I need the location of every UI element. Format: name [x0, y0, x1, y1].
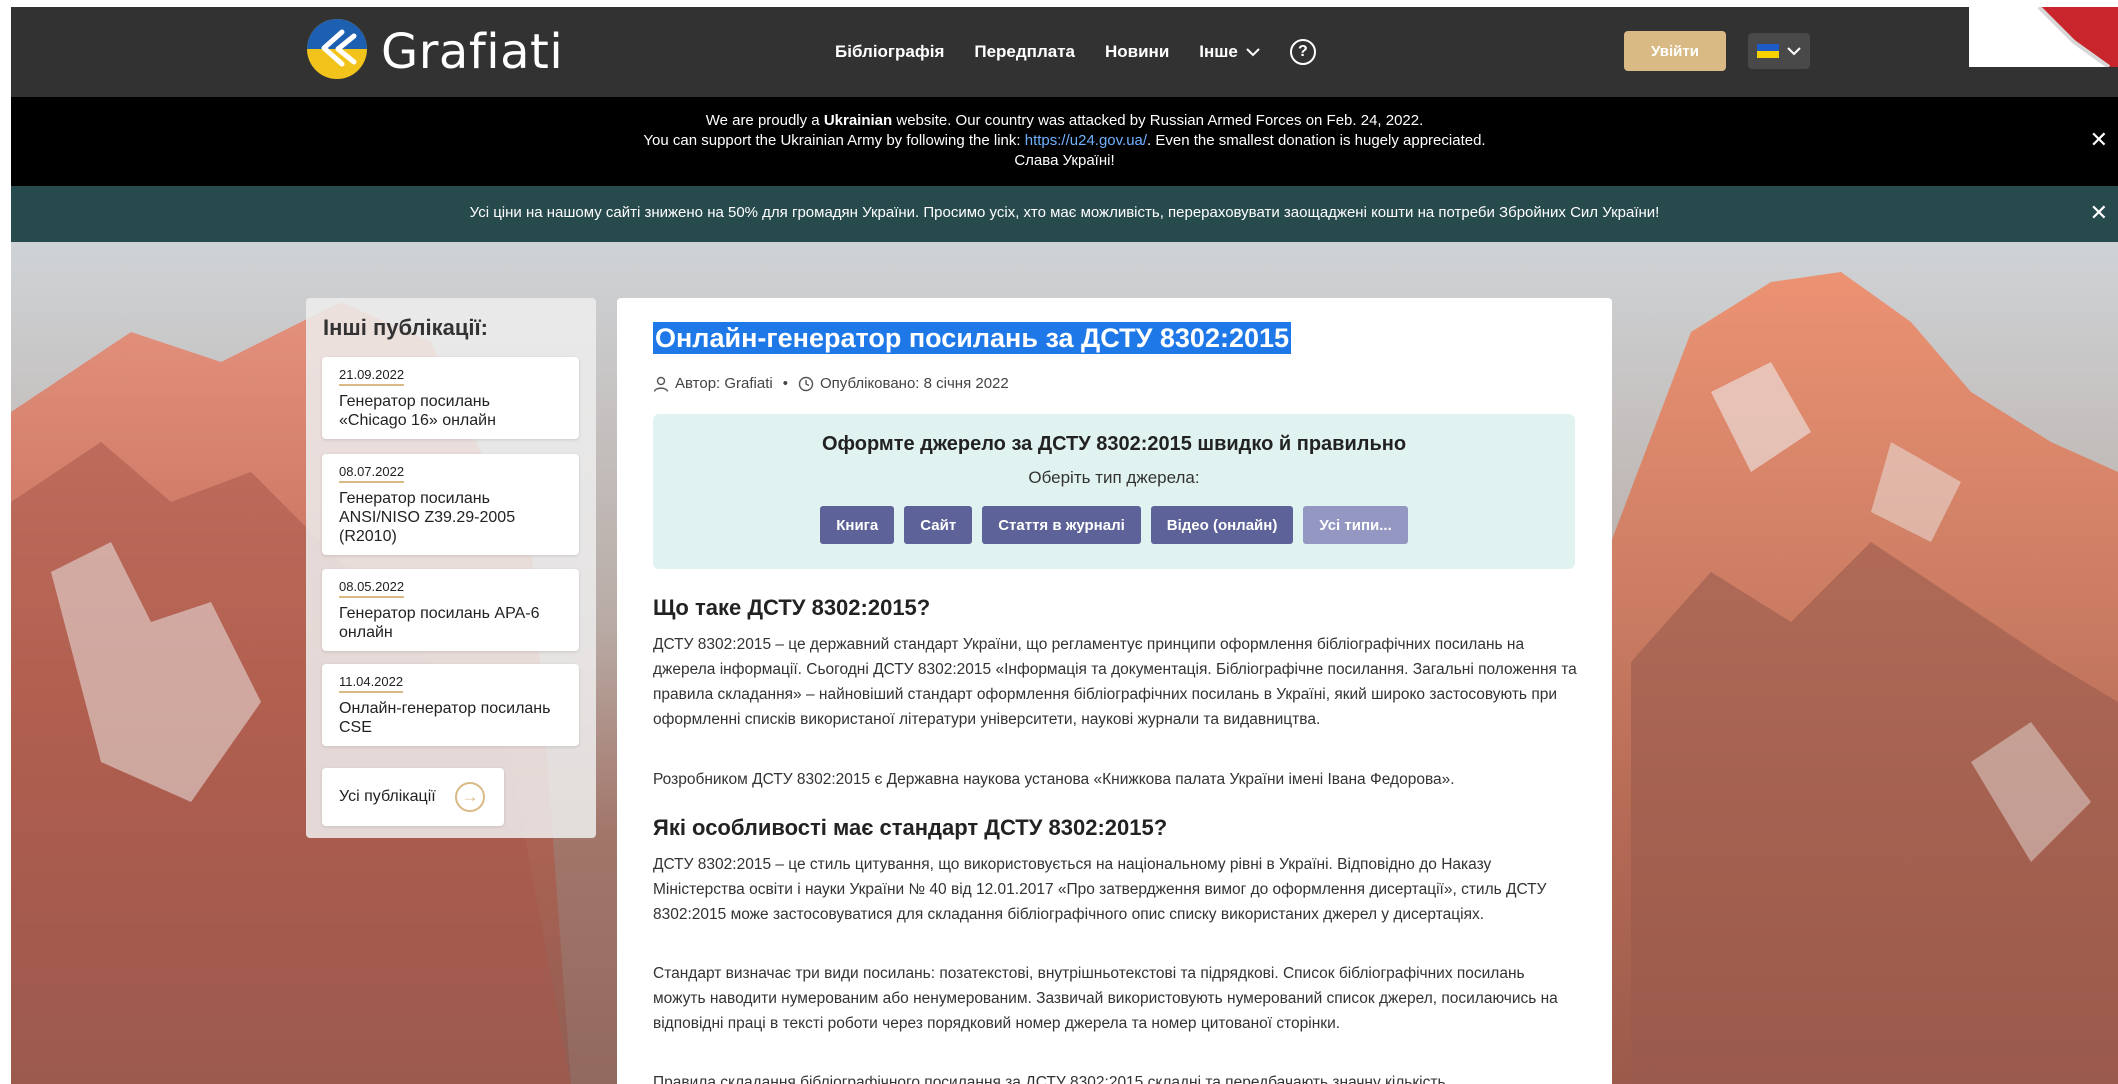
arrow-right-icon: →: [455, 782, 485, 812]
main-nav: Бібліографія Передплата Новини Інше ?: [835, 37, 1316, 67]
publication-date: 08.07.2022: [339, 464, 405, 483]
nav-other-label: Інше: [1199, 42, 1238, 61]
u24-link[interactable]: https://u24.gov.ua/: [1025, 132, 1147, 149]
other-publications-sidebar: Інші публікації: 21.09.2022 Генератор по…: [306, 298, 596, 838]
publication-title: Генератор посилань APA-6 онлайн: [339, 605, 540, 641]
publication-date: 21.09.2022: [339, 367, 405, 386]
article-meta: Автор: Grafiati • Опубліковано: 8 січня …: [653, 375, 1009, 392]
publication-card[interactable]: 21.09.2022 Генератор посилань «Chicago 1…: [322, 357, 579, 439]
paragraph: Стандарт визначає три види посилань: поз…: [653, 965, 1558, 1032]
publication-date: 11.04.2022: [339, 674, 404, 693]
article-published-date: Опубліковано: 8 січня 2022: [819, 375, 1009, 392]
sidebar-title: Інші публікації:: [323, 315, 489, 340]
chevron-down-icon: [1246, 47, 1260, 56]
publication-title: Генератор посилань «Chicago 16» онлайн: [339, 393, 496, 429]
publication-card[interactable]: 08.07.2022 Генератор посилань ANSI/NISO …: [322, 454, 579, 555]
support-ukraine-banner: We are proudly a Ukrainian website. Our …: [11, 97, 2118, 186]
publication-date: 08.05.2022: [339, 579, 405, 598]
cta-subtitle: Оберіть тип джерела:: [1028, 468, 1200, 487]
article-card: Онлайн-генератор посилань за ДСТУ 8302:2…: [617, 298, 1612, 1084]
nav-news[interactable]: Новини: [1105, 42, 1169, 62]
discount-notice-banner: Усі ціни на нашому сайті знижено на 50% …: [11, 186, 2118, 242]
paragraph: ДСТУ 8302:2015 – це стиль цитування, що …: [653, 856, 1547, 923]
ukraine-flag-icon: [1757, 44, 1779, 58]
login-button[interactable]: Увійти: [1624, 31, 1726, 71]
brand-name: Grafiati: [381, 24, 564, 80]
language-selector[interactable]: [1748, 33, 1810, 69]
all-publications-label: Усі публікації: [339, 788, 436, 805]
source-video-button[interactable]: Відео (онлайн): [1150, 506, 1294, 544]
chevron-down-icon: [1787, 46, 1801, 55]
publication-title: Генератор посилань ANSI/NISO Z39.29-2005…: [339, 490, 516, 545]
help-icon[interactable]: ?: [1289, 39, 1316, 65]
section-heading: Які особливості має стандарт ДСТУ 8302:2…: [653, 815, 1168, 840]
publication-title: Онлайн-генератор посилань CSE: [339, 700, 551, 736]
article-author: Автор: Grafiati: [675, 375, 773, 392]
source-type-buttons: Книга Сайт Стаття в журналі Відео (онлай…: [653, 506, 1575, 544]
site-header: Grafiati Бібліографія Передплата Новини …: [11, 7, 2118, 97]
nav-subscription[interactable]: Передплата: [974, 42, 1075, 62]
site-logo[interactable]: Grafiati: [306, 18, 563, 84]
paragraph: ДСТУ 8302:2015 – це державний стандарт У…: [653, 636, 1577, 728]
publication-card[interactable]: 11.04.2022 Онлайн-генератор посилань CSE: [322, 664, 579, 746]
banner-line-2: You can support the Ukrainian Army by fo…: [643, 132, 1486, 149]
paragraph: Розробником ДСТУ 8302:2015 є Державна на…: [653, 771, 1455, 788]
close-icon[interactable]: ✕: [2090, 127, 2108, 153]
paragraph: Правила складання бібліографічного посил…: [653, 1074, 1446, 1084]
citation-cta-box: Оформте джерело за ДСТУ 8302:2015 швидко…: [653, 414, 1575, 569]
banner-line-3: Слава Україні!: [1014, 152, 1115, 169]
article-title: Онлайн-генератор посилань за ДСТУ 8302:2…: [653, 322, 1292, 354]
source-website-button[interactable]: Сайт: [904, 506, 973, 544]
banner-line-1: We are proudly a Ukrainian website. Our …: [705, 112, 1424, 129]
discount-notice-text: Усі ціни на нашому сайті знижено на 50% …: [469, 204, 1660, 221]
nav-other[interactable]: Інше: [1199, 42, 1260, 62]
section-heading: Що таке ДСТУ 8302:2015?: [653, 595, 931, 620]
source-book-button[interactable]: Книга: [820, 506, 895, 544]
all-publications-button[interactable]: Усі публікації →: [322, 768, 504, 826]
meta-separator: •: [782, 375, 788, 392]
grafiati-logo-icon: [307, 19, 367, 79]
corner-overlay: [1969, 7, 2118, 69]
close-icon[interactable]: ✕: [2090, 200, 2108, 226]
nav-bibliography[interactable]: Бібліографія: [835, 42, 944, 62]
source-all-types-button[interactable]: Усі типи...: [1303, 506, 1408, 544]
publication-card[interactable]: 08.05.2022 Генератор посилань APA-6 онла…: [322, 569, 579, 651]
user-icon: [653, 376, 669, 392]
browser-viewport: Grafiati Бібліографія Передплата Новини …: [11, 7, 2118, 1084]
source-journal-article-button[interactable]: Стаття в журналі: [982, 506, 1141, 544]
corner-ribbon-icon: [2037, 7, 2118, 69]
clock-icon: [798, 376, 814, 391]
cta-title: Оформте джерело за ДСТУ 8302:2015 швидко…: [821, 433, 1407, 455]
